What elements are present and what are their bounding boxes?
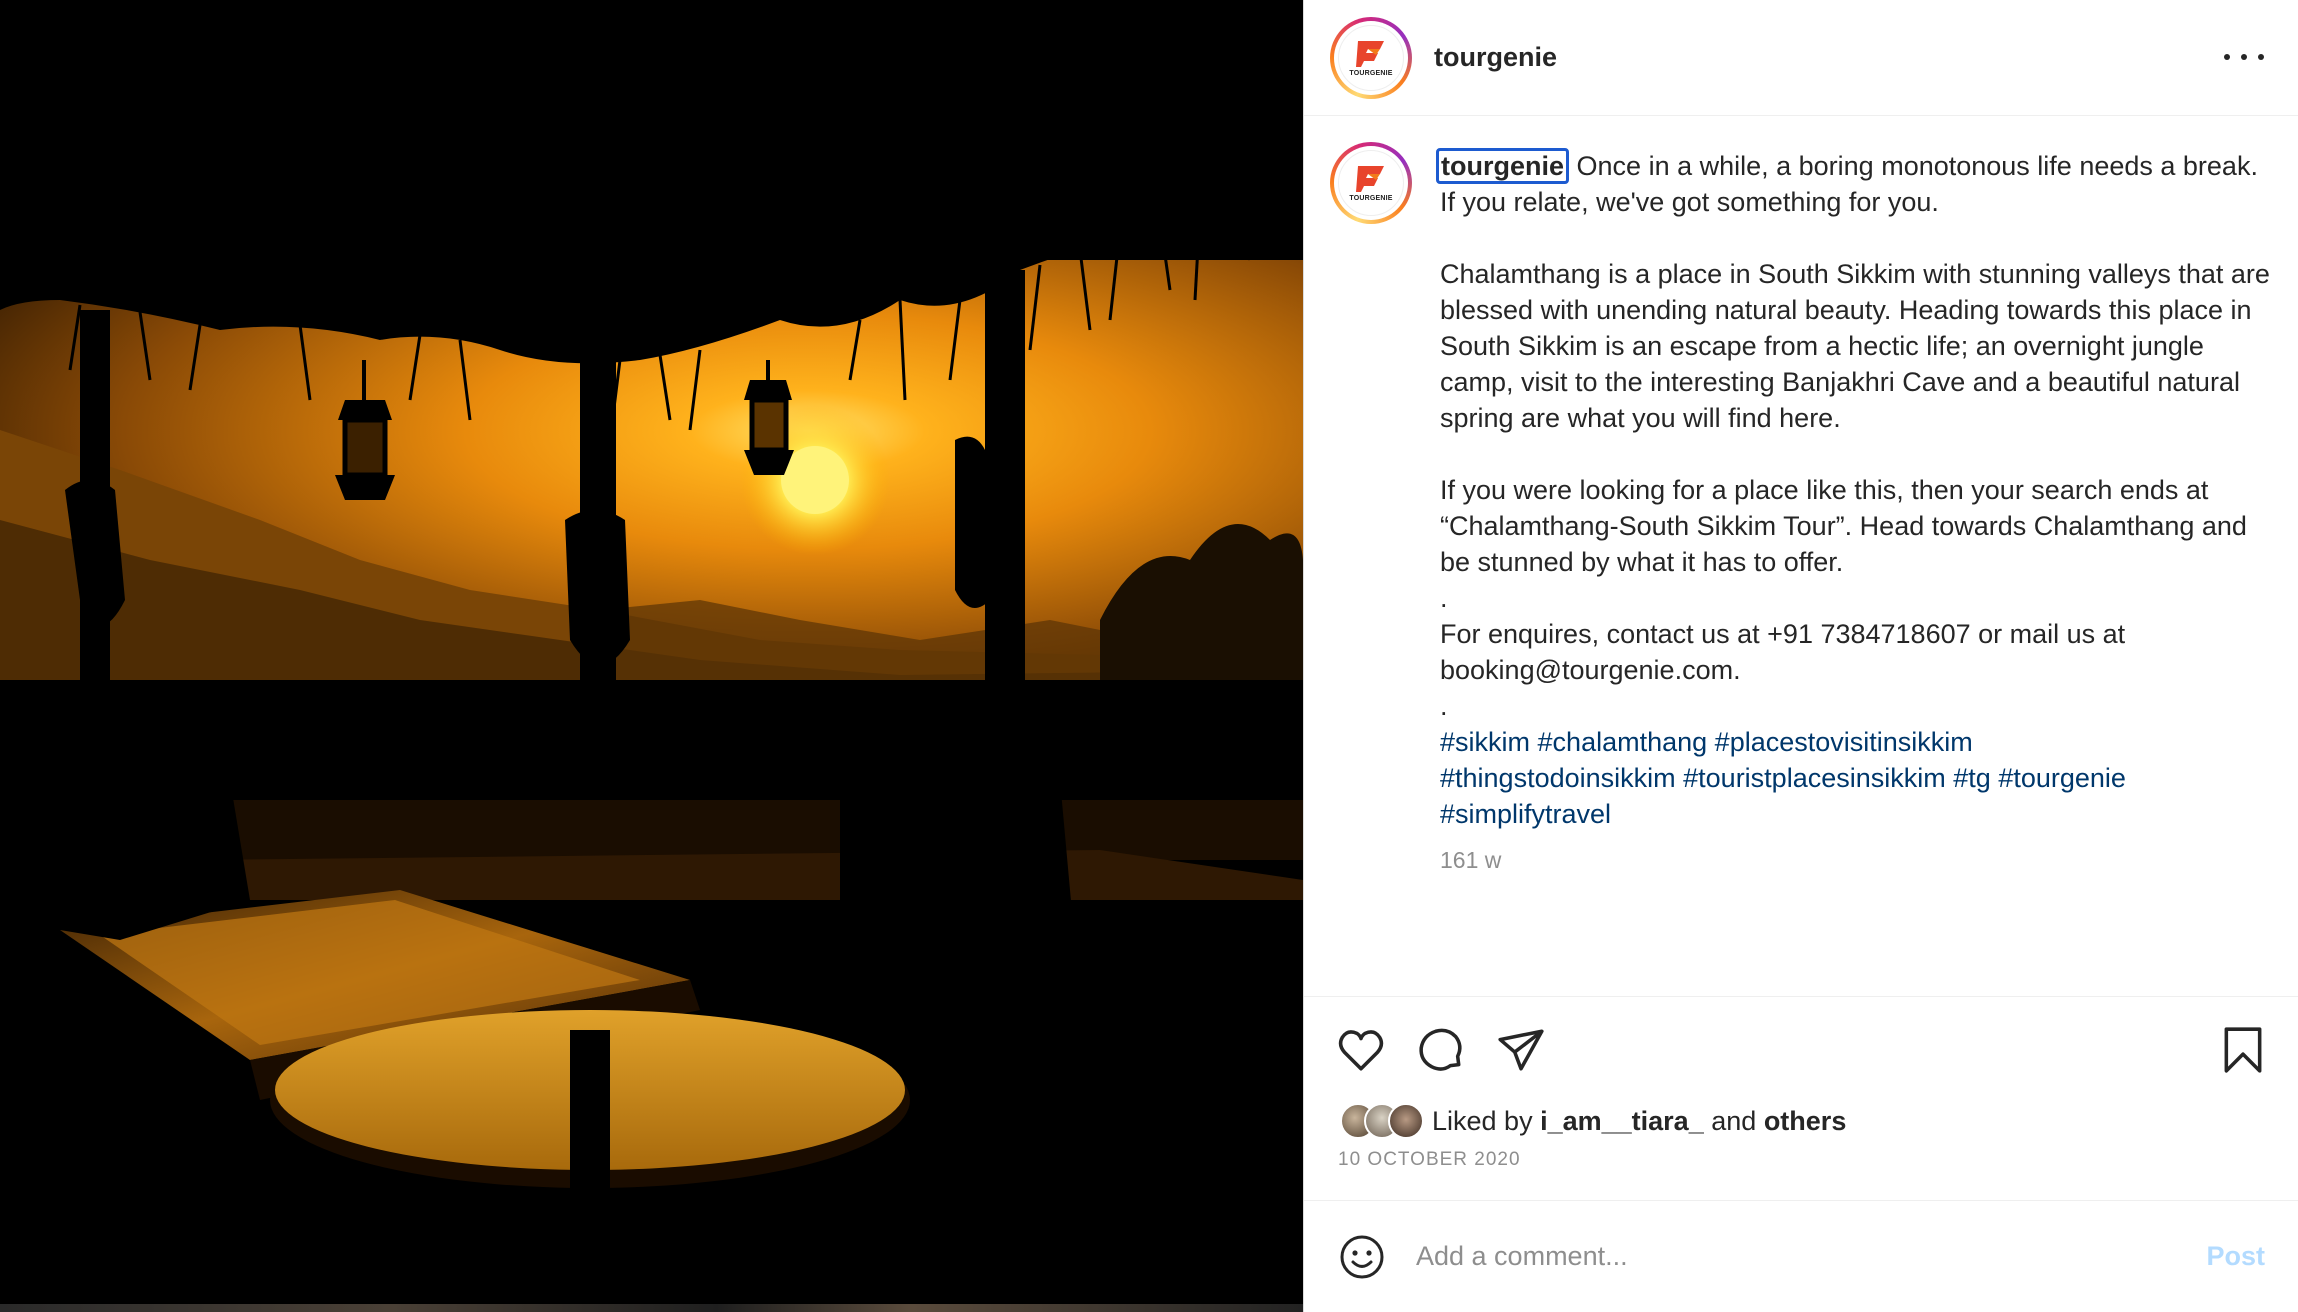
hashtag-link[interactable]: #sikkim (1440, 727, 1530, 757)
like-heart-icon[interactable] (1336, 1025, 1386, 1075)
caption-paragraph-2: Chalamthang is a place in South Sikkim w… (1440, 259, 2270, 433)
avatar-brand-text: TOURGENIE (1349, 195, 1393, 202)
caption-dot: . (1440, 691, 1448, 721)
liked-by-user-link[interactable]: i_am__tiara_ (1540, 1106, 1704, 1136)
post-header: TOURGENIE tourgenie (1304, 0, 2298, 116)
liked-by-label: Liked by (1432, 1105, 1533, 1136)
profile-avatar[interactable]: TOURGENIE (1330, 16, 1412, 99)
caption-text: tourgenie Once in a while, a boring mono… (1436, 148, 2280, 878)
action-bar: Liked by i_am__tiara_ and others 10 OCTO… (1304, 996, 2298, 1196)
hashtag-link[interactable]: #tg (1953, 763, 1991, 793)
hashtag-list: #sikkim #chalamthang #placestovisitinsik… (1440, 724, 2280, 832)
caption-paragraph-4: For enquires, contact us at +91 73847186… (1440, 619, 2126, 685)
liked-by-others-link[interactable]: others (1764, 1106, 1847, 1136)
post-date[interactable]: 10 OCTOBER 2020 (1338, 1149, 1521, 1171)
liker-avatar[interactable] (1388, 1103, 1424, 1139)
share-paper-plane-icon[interactable] (1496, 1025, 1546, 1075)
post-comment-button[interactable]: Post (2206, 1241, 2265, 1272)
header-username[interactable]: tourgenie (1434, 42, 1557, 73)
sunset-photo (0, 0, 1303, 1304)
post-photo[interactable] (0, 0, 1303, 1304)
comment-box: Post (1304, 1200, 2298, 1312)
caption-dot: . (1440, 583, 1448, 613)
save-bookmark-icon[interactable] (2218, 1025, 2268, 1075)
likes-summary: Liked by i_am__tiara_ and others (1340, 1103, 1846, 1139)
more-options-icon[interactable] (2224, 42, 2264, 72)
avatar-brand-text: TOURGENIE (1349, 69, 1393, 77)
hashtag-link[interactable]: #placestovisitinsikkim (1715, 727, 1973, 757)
hashtag-link[interactable]: #chalamthang (1538, 727, 1708, 757)
hashtag-link[interactable]: #simplifytravel (1440, 799, 1611, 829)
liked-by-and: and (1711, 1105, 1757, 1136)
comment-bubble-icon[interactable] (1416, 1025, 1466, 1075)
caption-avatar[interactable]: TOURGENIE (1330, 142, 1412, 224)
tourgenie-logo-icon (1356, 40, 1384, 67)
background-strip (0, 1304, 1303, 1312)
caption-paragraph-3: If you were looking for a place like thi… (1440, 475, 2247, 577)
hashtag-link[interactable]: #thingstodoinsikkim (1440, 763, 1676, 793)
comment-input[interactable] (1416, 1241, 2207, 1272)
caption-username-link[interactable]: tourgenie (1436, 148, 1570, 184)
post-details-panel: TOURGENIE tourgenie TOURGENIE tourgenie … (1303, 0, 2298, 1312)
hashtag-link[interactable]: #touristplacesinsikkim (1683, 763, 1946, 793)
hashtag-link[interactable]: #tourgenie (1998, 763, 2126, 793)
emoji-icon[interactable] (1338, 1233, 1386, 1281)
tourgenie-logo-icon (1356, 166, 1384, 192)
post-age[interactable]: 161 w (1440, 842, 2280, 878)
